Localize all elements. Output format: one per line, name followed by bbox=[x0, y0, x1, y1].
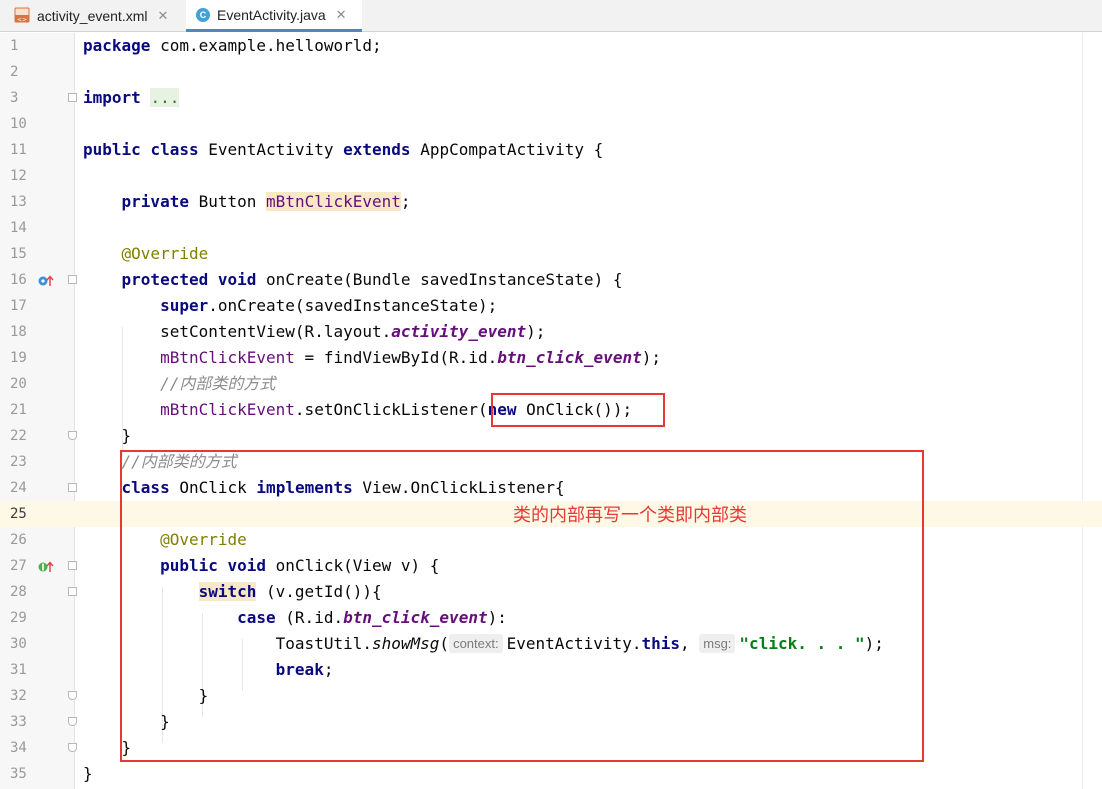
keyword: super bbox=[160, 296, 209, 315]
close-tab-icon[interactable]: ✕ bbox=[157, 8, 168, 24]
line-number: 11 bbox=[10, 142, 27, 158]
fold-expand-icon[interactable] bbox=[68, 93, 77, 102]
keyword: private bbox=[121, 192, 189, 211]
keyword: public bbox=[83, 140, 141, 159]
editor-tab-bar: <> activity_event.xml ✕ C EventActivity.… bbox=[0, 0, 1102, 32]
fold-end-icon[interactable] bbox=[68, 743, 77, 752]
code-line: 13 private Button mBtnClickEvent; bbox=[0, 189, 1102, 215]
code-text: ); bbox=[526, 322, 546, 341]
class-name: EventActivity bbox=[208, 140, 334, 159]
keyword: void bbox=[217, 270, 257, 289]
code-line: 16 protected void onCreate(Bundle savedI… bbox=[0, 267, 1102, 293]
code-text: ); bbox=[641, 348, 661, 367]
highlight-box-new-onclick bbox=[491, 393, 665, 427]
static-field: activity_event bbox=[391, 322, 527, 341]
keyword: extends bbox=[343, 140, 411, 159]
fold-collapse-icon[interactable] bbox=[68, 483, 77, 492]
field-name: mBtnClickEvent bbox=[160, 348, 295, 367]
keyword: import bbox=[83, 88, 141, 107]
line-number: 25 bbox=[10, 506, 27, 522]
fold-collapse-icon[interactable] bbox=[68, 275, 77, 284]
code-text: } bbox=[121, 426, 132, 445]
line-number: 17 bbox=[10, 298, 27, 314]
java-class-icon: C bbox=[196, 7, 210, 22]
code-line: 11 public class EventActivity extends Ap… bbox=[0, 137, 1102, 163]
tab-activity-event-xml[interactable]: <> activity_event.xml ✕ bbox=[14, 0, 184, 32]
folded-imports[interactable]: ... bbox=[150, 88, 180, 107]
close-tab-icon[interactable]: ✕ bbox=[336, 7, 347, 23]
code-text: setContentView(R.layout. bbox=[160, 322, 392, 341]
line-number: 33 bbox=[10, 714, 27, 730]
keyword: protected bbox=[121, 270, 209, 289]
line-number: 22 bbox=[10, 428, 27, 444]
line-number: 12 bbox=[10, 168, 27, 184]
line-number: 24 bbox=[10, 480, 27, 496]
override-method-icon[interactable] bbox=[38, 273, 56, 287]
code-text: = findViewById(R.id. bbox=[294, 348, 498, 367]
static-field: btn_click_event bbox=[497, 348, 642, 367]
line-number: 14 bbox=[10, 220, 27, 236]
line-number: 13 bbox=[10, 194, 27, 210]
highlight-box-inner-class bbox=[120, 450, 924, 762]
line-number: 35 bbox=[10, 766, 27, 782]
fold-collapse-icon[interactable] bbox=[68, 561, 77, 570]
line-number: 3 bbox=[10, 90, 19, 106]
keyword: package bbox=[83, 36, 151, 55]
tab-event-activity-java[interactable]: C EventActivity.java ✕ bbox=[186, 0, 362, 32]
line-number: 31 bbox=[10, 662, 27, 678]
line-number: 21 bbox=[10, 402, 27, 418]
fold-end-icon[interactable] bbox=[68, 431, 77, 440]
fold-collapse-icon[interactable] bbox=[68, 587, 77, 596]
code-line: 10 bbox=[0, 111, 1102, 137]
annotation: @Override bbox=[121, 244, 209, 263]
line-number: 27 bbox=[10, 558, 27, 574]
line-number: 10 bbox=[10, 116, 27, 132]
line-number: 32 bbox=[10, 688, 27, 704]
code-text: AppCompatActivity { bbox=[420, 140, 604, 159]
code-line: 1 package com.example.helloworld; bbox=[0, 33, 1102, 59]
fold-end-icon[interactable] bbox=[68, 717, 77, 726]
line-number: 28 bbox=[10, 584, 27, 600]
code-text: .setOnClickListener( bbox=[294, 400, 488, 419]
implements-method-icon[interactable] bbox=[38, 559, 56, 573]
code-line: 35 } bbox=[0, 761, 1102, 787]
svg-text:<>: <> bbox=[17, 16, 27, 23]
code-text: } bbox=[83, 764, 93, 783]
line-number: 30 bbox=[10, 636, 27, 652]
keyword: class bbox=[150, 140, 199, 159]
field-name: mBtnClickEvent bbox=[266, 192, 401, 211]
line-number: 1 bbox=[10, 38, 19, 54]
line-number: 23 bbox=[10, 454, 27, 470]
line-number: 16 bbox=[10, 272, 27, 288]
line-number: 18 bbox=[10, 324, 27, 340]
code-line: 2 bbox=[0, 59, 1102, 85]
line-number: 15 bbox=[10, 246, 27, 262]
code-line: 17 super.onCreate(savedInstanceState); bbox=[0, 293, 1102, 319]
code-line: 15 @Override bbox=[0, 241, 1102, 267]
comment: //内部类的方式 bbox=[160, 374, 276, 393]
field-name: mBtnClickEvent bbox=[160, 400, 295, 419]
type-name: Button bbox=[198, 192, 257, 211]
line-number: 19 bbox=[10, 350, 27, 366]
code-text: onCreate(Bundle savedInstanceState) { bbox=[266, 270, 623, 289]
line-number: 26 bbox=[10, 532, 27, 548]
line-number: 29 bbox=[10, 610, 27, 626]
code-line: 19 mBtnClickEvent = findViewById(R.id.bt… bbox=[0, 345, 1102, 371]
xml-file-icon: <> bbox=[14, 7, 30, 26]
code-line: 12 bbox=[0, 163, 1102, 189]
line-number: 34 bbox=[10, 740, 27, 756]
annotation-note: 类的内部再写一个类即内部类 bbox=[513, 505, 747, 526]
code-line: 14 bbox=[0, 215, 1102, 241]
code-line: 18 setContentView(R.layout.activity_even… bbox=[0, 319, 1102, 345]
line-number: 20 bbox=[10, 376, 27, 392]
line-number: 2 bbox=[10, 64, 19, 80]
tab-label: activity_event.xml bbox=[37, 8, 148, 24]
code-line: 3 import ... bbox=[0, 85, 1102, 111]
code-text: com.example.helloworld; bbox=[150, 36, 382, 55]
tab-label: EventActivity.java bbox=[217, 6, 326, 23]
code-text: .onCreate(savedInstanceState); bbox=[208, 296, 498, 315]
fold-end-icon[interactable] bbox=[68, 691, 77, 700]
code-text: ; bbox=[400, 192, 411, 211]
